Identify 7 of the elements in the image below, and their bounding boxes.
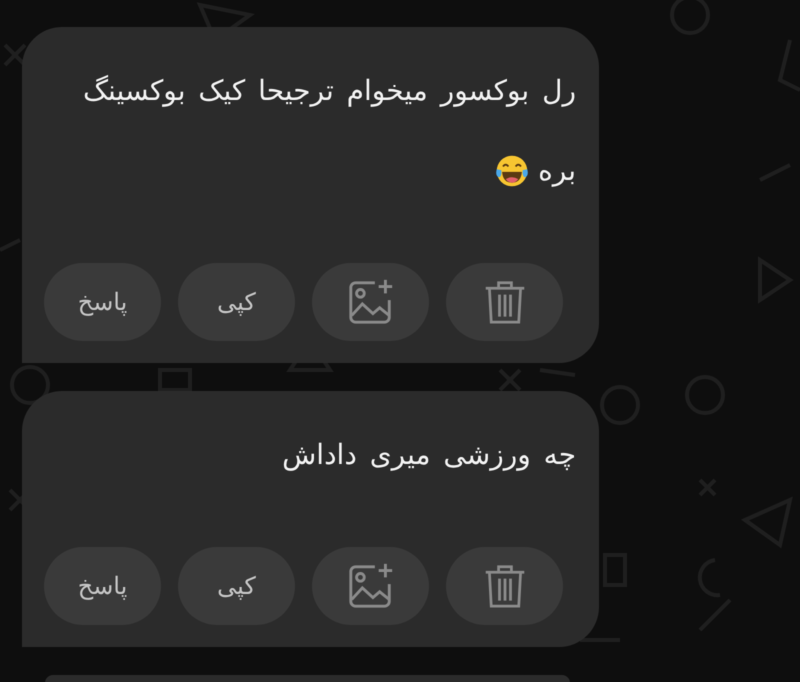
message-text: چه ورزشی میری داداش bbox=[282, 437, 576, 473]
action-button[interactable]: پاسخ bbox=[44, 547, 161, 625]
action-button[interactable]: کپی bbox=[178, 547, 295, 625]
message-text: رل بوکسور میخوام ترجیحا کیک بوکسینگ bbox=[83, 73, 576, 109]
message-text: بره bbox=[538, 153, 576, 189]
action-button[interactable]: کپی bbox=[178, 263, 295, 341]
action-button[interactable]: پاسخ bbox=[44, 263, 161, 341]
